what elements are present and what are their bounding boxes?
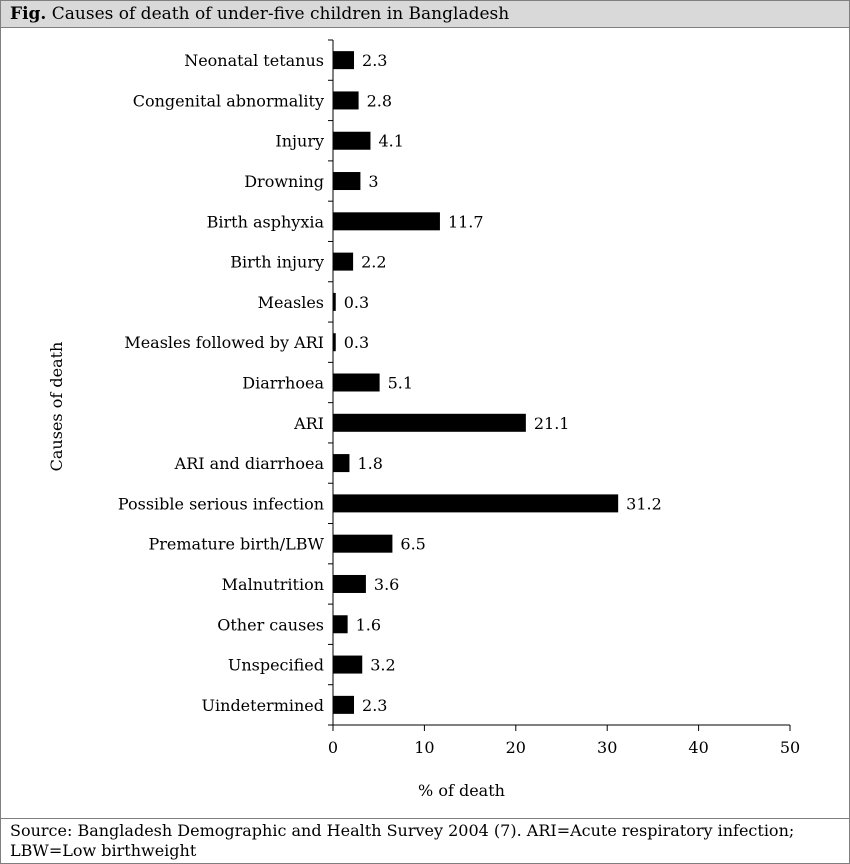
category-label: Measles — [258, 293, 324, 312]
category-label: Congenital abnormality — [133, 91, 324, 110]
data-label: 2.3 — [362, 696, 387, 715]
category-label: Drowning — [244, 172, 324, 191]
data-label: 31.2 — [626, 494, 662, 513]
data-label: 11.7 — [448, 212, 484, 231]
x-tick-label: 50 — [780, 738, 800, 757]
data-label: 21.1 — [534, 414, 570, 433]
bar — [333, 91, 359, 110]
bar — [333, 413, 526, 432]
category-label: Uindetermined — [202, 696, 324, 715]
figure-prefix: Fig. — [10, 4, 47, 24]
data-label: 2.2 — [361, 253, 386, 272]
bar — [333, 615, 348, 634]
figure-header: Fig. Causes of death of under-five child… — [1, 1, 849, 28]
data-label: 3.6 — [374, 575, 399, 594]
bar — [333, 655, 363, 674]
category-label: Premature birth/LBW — [149, 535, 325, 554]
x-axis-title: % of death — [418, 781, 505, 800]
data-label: 2.3 — [362, 51, 387, 70]
category-label: Unspecified — [228, 656, 324, 675]
data-label: 6.5 — [400, 535, 425, 554]
data-label: 4.1 — [378, 132, 403, 151]
bar — [333, 695, 355, 714]
data-label: 3 — [368, 172, 378, 191]
category-label: Injury — [275, 132, 324, 151]
x-tick-label: 10 — [414, 738, 434, 757]
bar — [333, 51, 355, 70]
category-label: Diarrhoea — [242, 374, 324, 393]
data-label: 3.2 — [370, 656, 395, 675]
figure-title: Causes of death of under-five children i… — [51, 4, 510, 24]
figure-frame: Fig. Causes of death of under-five child… — [0, 0, 850, 864]
bar — [333, 131, 371, 150]
bar — [333, 252, 354, 271]
category-label: ARI — [293, 414, 324, 433]
category-label: Birth asphyxia — [207, 212, 325, 231]
x-tick-label: 40 — [688, 738, 708, 757]
data-label: 2.8 — [367, 91, 392, 110]
bar — [333, 212, 440, 231]
x-tick-label: 30 — [597, 738, 617, 757]
category-label: Birth injury — [230, 253, 324, 272]
y-axis-title: Causes of death — [47, 342, 66, 472]
bar — [333, 534, 393, 553]
bar — [333, 373, 380, 392]
bar — [333, 172, 361, 191]
data-label: 1.8 — [357, 454, 382, 473]
data-label: 5.1 — [388, 374, 413, 393]
category-label: Measles followed by ARI — [124, 333, 324, 352]
bar — [333, 574, 366, 593]
data-label: 0.3 — [344, 333, 369, 352]
category-label: Malnutrition — [222, 575, 324, 594]
category-label: Neonatal tetanus — [184, 51, 324, 70]
source-note: Source: Bangladesh Demographic and Healt… — [10, 821, 795, 860]
x-tick-label: 0 — [328, 738, 338, 757]
data-label: 0.3 — [344, 293, 369, 312]
data-label: 1.6 — [356, 615, 381, 634]
bar — [333, 494, 619, 513]
bar-chart: 0 10 20 30 40 50 Neonatal tetanus 2.3 Congenita… — [47, 39, 800, 800]
category-label: ARI and diarrhoea — [174, 454, 325, 473]
category-label: Possible serious infection — [118, 494, 324, 513]
figure-caption: Fig. Causes of death of under-five child… — [10, 4, 509, 24]
category-label: Other causes — [217, 615, 324, 634]
bar — [333, 454, 350, 473]
x-tick-label: 20 — [506, 738, 526, 757]
chart-area: 0 10 20 30 40 50 Neonatal tetanus 2.3 Congenita… — [1, 28, 849, 819]
bar — [333, 292, 336, 311]
bar — [333, 333, 336, 352]
